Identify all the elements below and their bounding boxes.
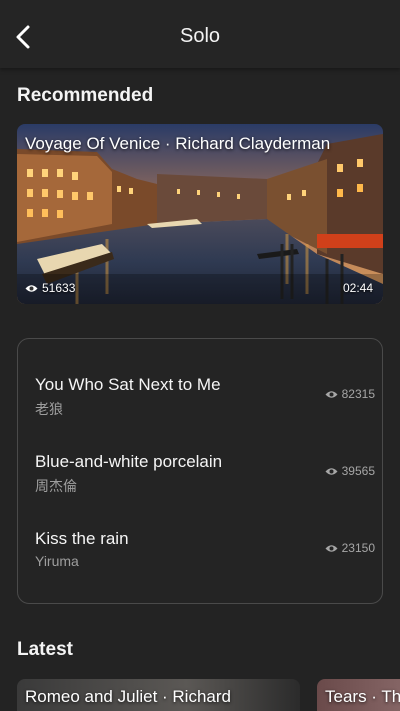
latest-title: Tears · Th bbox=[325, 687, 400, 706]
featured-title: Voyage Of Venice · Richard Clayderman bbox=[25, 134, 331, 153]
section-title-latest: Latest bbox=[17, 639, 73, 660]
featured-view-count: 51633 bbox=[25, 281, 75, 295]
latest-video-card[interactable]: Tears · Th bbox=[317, 679, 400, 711]
list-item[interactable]: Blue-and-white porcelain 周杰倫 39565 bbox=[35, 452, 375, 502]
section-title-recommended: Recommended bbox=[17, 85, 154, 106]
eye-icon bbox=[325, 544, 338, 552]
song-artist: Yiruma bbox=[35, 553, 79, 569]
song-title: Kiss the rain bbox=[35, 529, 129, 548]
eye-icon bbox=[325, 467, 338, 475]
featured-video-card[interactable]: Voyage Of Venice · Richard Clayderman 51… bbox=[17, 124, 383, 304]
list-item[interactable]: Kiss the rain Yiruma 23150 bbox=[35, 529, 375, 579]
page-title: Solo bbox=[179, 25, 221, 47]
song-title: You Who Sat Next to Me bbox=[35, 375, 221, 394]
song-view-count: 39565 bbox=[325, 464, 375, 478]
song-views-value: 82315 bbox=[341, 387, 375, 401]
song-views-value: 23150 bbox=[341, 541, 375, 555]
eye-icon bbox=[325, 390, 338, 398]
top-app-bar: Solo bbox=[0, 0, 400, 68]
featured-views-value: 51633 bbox=[42, 281, 76, 295]
song-list-card: You Who Sat Next to Me 老狼 82315 Blue-and… bbox=[17, 338, 383, 604]
song-views-value: 39565 bbox=[341, 464, 375, 478]
song-title: Blue-and-white porcelain bbox=[35, 452, 223, 471]
latest-title: Romeo and Juliet · Richard bbox=[25, 687, 231, 706]
eye-icon bbox=[25, 284, 38, 292]
song-view-count: 82315 bbox=[325, 387, 375, 401]
song-view-count: 23150 bbox=[325, 541, 375, 555]
song-artist: 周杰倫 bbox=[35, 478, 77, 494]
featured-duration: 02:44 bbox=[342, 281, 373, 295]
list-item[interactable]: You Who Sat Next to Me 老狼 82315 bbox=[35, 375, 375, 425]
latest-video-card[interactable]: Romeo and Juliet · Richard bbox=[17, 679, 300, 711]
song-artist: 老狼 bbox=[35, 401, 63, 417]
